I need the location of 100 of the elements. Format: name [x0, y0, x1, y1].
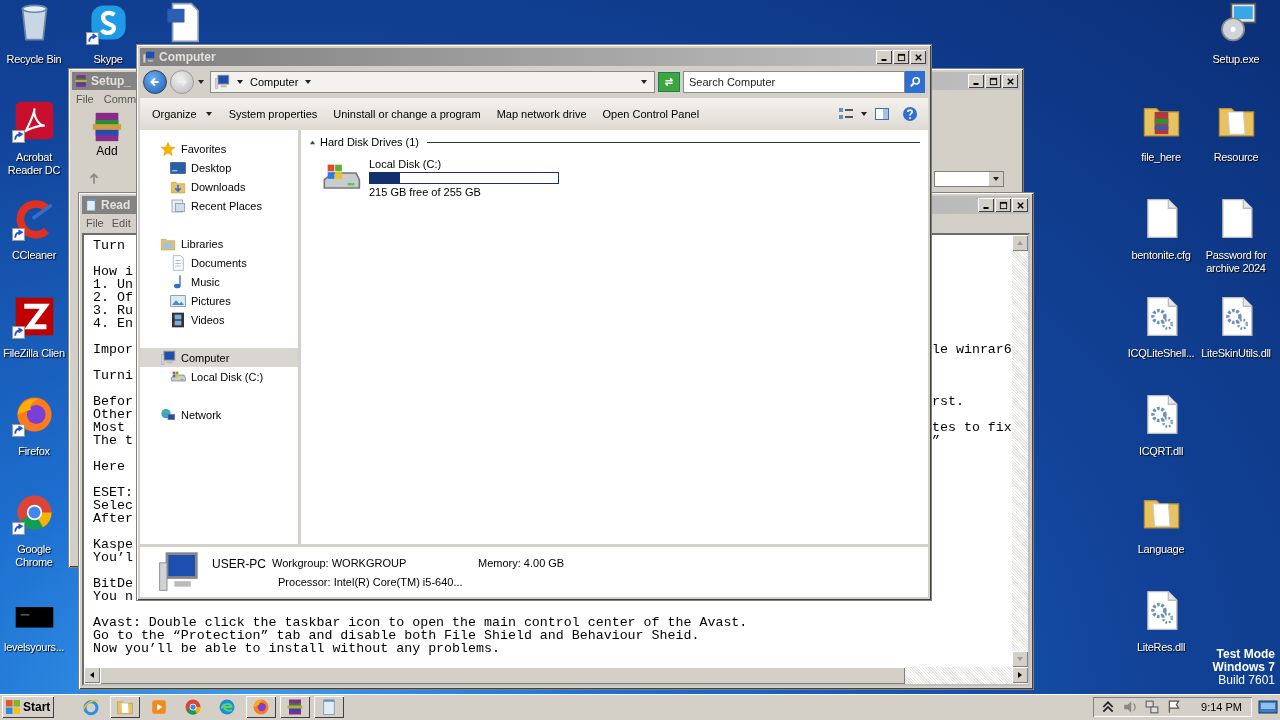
taskbar-button[interactable]: [110, 696, 140, 718]
view-options-icon[interactable]: [838, 106, 854, 122]
archive-icon: [90, 110, 124, 144]
desktop-icon-label[interactable]: Setup.exe: [1212, 53, 1260, 66]
command-button[interactable]: Open Control Panel: [594, 105, 708, 123]
desktop-icon-label[interactable]: CCleaner: [11, 249, 57, 262]
monitor-icon: [170, 159, 186, 176]
picture-icon: [170, 292, 186, 309]
search-field[interactable]: Search Computer: [683, 71, 905, 93]
text-line: Go to the “Protection” tab and disable both File Shield and Behaviour Sheid.: [93, 629, 700, 642]
command-button[interactable]: System properties: [220, 105, 326, 123]
show-desktop-icon[interactable]: [1258, 699, 1278, 715]
clock[interactable]: 9:14 PM: [1201, 701, 1242, 713]
collapse-caret-icon[interactable]: [309, 138, 316, 146]
address-dropdown-icon: [640, 78, 648, 86]
minimize-button[interactable]: [978, 198, 994, 212]
text-line: 1. Un: [93, 278, 133, 291]
nav-tree-item[interactable]: Recent Places: [140, 196, 298, 215]
back-arrow-icon: [149, 76, 161, 88]
star-icon: [160, 140, 176, 157]
path-field[interactable]: [934, 171, 1004, 187]
desktop-icon-label[interactable]: ICQRT.dll: [1138, 445, 1184, 458]
close-button[interactable]: [1012, 198, 1028, 212]
text-line: Kaspe: [93, 538, 133, 551]
taskbar-button[interactable]: [280, 696, 310, 718]
archive-icon: [286, 698, 304, 716]
media-player-icon: [150, 698, 168, 716]
taskbar-button[interactable]: [246, 696, 276, 718]
menu-item[interactable]: File: [76, 93, 94, 105]
menu-item[interactable]: File: [86, 217, 104, 229]
nav-tree-item[interactable]: Downloads: [140, 177, 298, 196]
dropdown-button[interactable]: [989, 172, 1003, 186]
maximize-button[interactable]: [893, 50, 909, 64]
address-bar[interactable]: Computer: [210, 71, 655, 93]
desktop-icon-label[interactable]: Recycle Bin: [6, 53, 62, 66]
search-button[interactable]: [905, 71, 925, 93]
menu-item[interactable]: Edit: [111, 217, 131, 229]
horizontal-scrollbar[interactable]: [84, 667, 1028, 684]
nav-tree-item[interactable]: Libraries: [140, 234, 298, 253]
command-button[interactable]: Uninstall or change a program: [325, 105, 489, 123]
taskbar-button[interactable]: [314, 696, 344, 718]
network-icon[interactable]: [1145, 700, 1160, 714]
desktop-icon-label[interactable]: Google Chrome: [1, 543, 67, 569]
show-hidden-icons-icon[interactable]: [1101, 700, 1116, 714]
desktop-icon-label[interactable]: Password for archive 2024: [1200, 249, 1272, 275]
nav-tree-item[interactable]: Desktop: [140, 158, 298, 177]
desktop-icon-label[interactable]: levelsyours...: [4, 641, 64, 654]
menu-item[interactable]: Comm: [103, 93, 137, 105]
help-icon[interactable]: [902, 106, 918, 122]
nav-tree-item[interactable]: Computer: [140, 348, 298, 367]
text-line: Other: [93, 408, 133, 421]
text-line: 4. En: [93, 317, 133, 330]
drive-name[interactable]: Local Disk (C:): [369, 158, 559, 170]
close-button[interactable]: [910, 50, 926, 64]
desktop-icon-label[interactable]: LiteRes.dll: [1136, 641, 1186, 654]
desktop-icon-label[interactable]: Firefox: [18, 445, 50, 458]
desktop-icon-label[interactable]: Acrobat Reader DC: [1, 151, 67, 177]
text-line: Most: [93, 421, 125, 434]
back-button[interactable]: [143, 70, 167, 94]
window-title: Setup_: [91, 74, 131, 88]
document-icon: [170, 254, 186, 271]
toolbar-button[interactable]: Add: [88, 110, 126, 166]
desktop-icon-label[interactable]: bentonite.cfg: [1131, 249, 1191, 262]
breadcrumb-item[interactable]: Computer: [250, 76, 299, 88]
free-space-text: 215 GB free of 255 GB: [369, 186, 482, 198]
refresh-button[interactable]: [658, 72, 680, 92]
desktop-icon-label[interactable]: file_here: [1141, 151, 1181, 164]
desktop-icon-label[interactable]: FileZilla Clien: [3, 347, 65, 360]
command-button[interactable]: Map network drive: [488, 105, 595, 123]
text-line: 3. Ru: [93, 304, 133, 317]
command-button[interactable]: Organize: [144, 105, 221, 123]
globe-browser-icon: [82, 698, 100, 716]
nav-tree-item[interactable]: Documents: [140, 253, 298, 272]
text-line: le winrar6: [932, 343, 1012, 356]
maximize-button[interactable]: [995, 198, 1011, 212]
desktop-icon-label[interactable]: ICQLiteShell...: [1127, 347, 1195, 360]
nav-tree-item[interactable]: Network: [140, 405, 298, 424]
scroll-left-arrow-icon[interactable]: [88, 671, 96, 679]
minimize-button[interactable]: [876, 50, 892, 64]
scroll-right-arrow-icon[interactable]: [1016, 671, 1024, 679]
minimize-button[interactable]: [968, 74, 984, 88]
desktop-icon-label[interactable]: Language: [1137, 543, 1185, 556]
nav-tree-item[interactable]: Pictures: [140, 291, 298, 310]
processor-text: Processor: Intel(R) Core(TM) i5-640...: [277, 575, 464, 588]
desktop-icon-label[interactable]: LiteSkinUtils.dll: [1201, 347, 1271, 360]
close-button[interactable]: [1002, 74, 1018, 88]
start-button[interactable]: Start: [2, 696, 54, 718]
maximize-button[interactable]: [985, 74, 1001, 88]
flag-icon[interactable]: [1167, 700, 1182, 714]
nav-tree-item[interactable]: Local Disk (C:): [140, 367, 298, 386]
desktop-icon-label[interactable]: Resource: [1213, 151, 1259, 164]
nav-tree-item[interactable]: Music: [140, 272, 298, 291]
nav-tree-item[interactable]: Favorites: [140, 139, 298, 158]
desktop-icon-label[interactable]: Skype: [93, 53, 123, 66]
group-header[interactable]: Hard Disk Drives (1): [320, 136, 419, 148]
preview-pane-icon[interactable]: [874, 106, 890, 122]
text-line: BitDe: [93, 577, 133, 590]
search-icon[interactable]: [909, 76, 921, 88]
nav-tree-item[interactable]: Videos: [140, 310, 298, 329]
pdf-reader-icon[interactable]: [13, 100, 55, 141]
